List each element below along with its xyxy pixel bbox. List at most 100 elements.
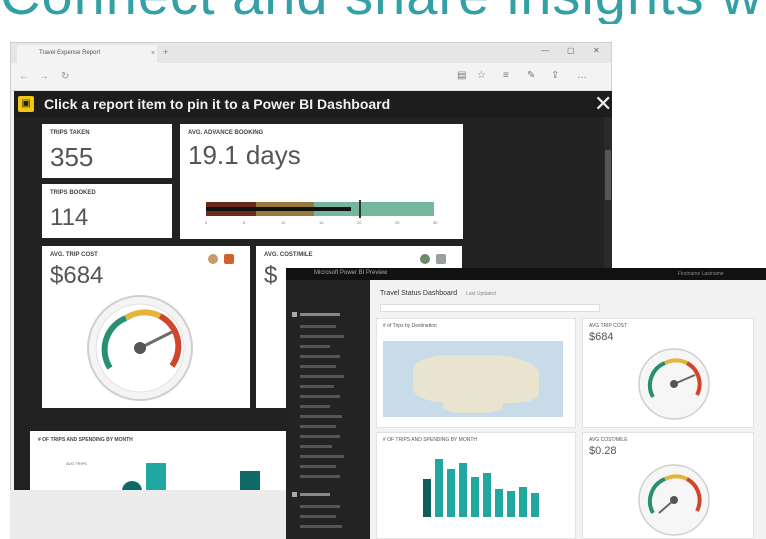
tab-close-icon[interactable]: × <box>151 50 155 57</box>
trips-booked-title: TRIPS BOOKED <box>50 190 96 196</box>
sidebar-item[interactable] <box>300 395 340 398</box>
dash-trip-cost-tile[interactable]: AVG TRIP COST $684 <box>582 318 754 428</box>
dashboard-titlebar: Microsoft Power BI Preview Firstname Las… <box>286 268 766 280</box>
focus-icon[interactable] <box>420 254 430 264</box>
dash-cost-mile-title: AVG COST/MILE <box>589 437 628 443</box>
sidebar-item[interactable] <box>300 525 342 528</box>
trip-cost-card[interactable]: AVG. TRIP COST $684 <box>42 246 250 408</box>
sidebar-item[interactable] <box>300 445 332 448</box>
address-bar[interactable] <box>131 70 451 84</box>
sidebar-item[interactable] <box>300 415 342 418</box>
forward-icon[interactable]: → <box>39 71 49 82</box>
sidebar-item[interactable] <box>300 475 340 478</box>
gauge-scale-label: 5 <box>243 220 246 225</box>
qna-input[interactable] <box>380 304 600 312</box>
banner-text: Click a report item to pin it to a Power… <box>44 96 391 112</box>
gauge-scale-label: 30 <box>433 220 438 225</box>
dash-cost-mile-tile[interactable]: AVG COST/MILE $0.28 <box>582 432 754 539</box>
more-icon[interactable]: … <box>577 70 587 81</box>
chart-bar <box>459 463 467 517</box>
cost-mile-title: AVG. COST/MILE <box>264 252 313 258</box>
sidebar-icon[interactable] <box>292 312 297 317</box>
chart-bar <box>447 469 455 517</box>
trips-taken-card[interactable]: TRIPS TAKEN 355 <box>42 124 172 178</box>
advance-booking-card[interactable]: AVG. ADVANCE BOOKING 19.1 days 0 5 10 15 20 2… <box>180 124 463 239</box>
sidebar-item[interactable] <box>300 493 330 496</box>
sidebar-item[interactable] <box>300 325 336 328</box>
trips-by-month-title: # OF TRIPS AND SPENDING BY MONTH <box>38 437 133 443</box>
chart-bar <box>435 459 443 517</box>
bar-chart-tile[interactable]: # OF TRIPS AND SPENDING BY MONTH <box>376 432 576 539</box>
share-icon[interactable]: ⇪ <box>551 70 559 81</box>
gauge-hub <box>134 342 146 354</box>
dashboard-user[interactable]: Firstname Lastname <box>678 271 724 277</box>
trips-by-month-legend: AVG TRIPS <box>66 461 87 466</box>
tab-title: Travel Expense Report <box>39 50 101 56</box>
close-window-icon[interactable]: ✕ <box>593 46 600 55</box>
banner-close-icon[interactable]: ✕ <box>594 91 612 117</box>
map-tile-title: # of Trips by Destination <box>383 323 437 329</box>
maximize-icon[interactable]: ▢ <box>567 46 575 55</box>
new-tab-icon[interactable]: + <box>163 47 168 57</box>
note-icon[interactable]: ✎ <box>527 70 535 81</box>
sidebar-item[interactable] <box>300 355 340 358</box>
dashboard-main: Travel Status Dashboard Last Updated # o… <box>370 280 766 539</box>
cost-mile-value: $ <box>264 262 278 289</box>
pin-icon: ▣ <box>18 96 34 112</box>
sidebar-item[interactable] <box>300 365 336 368</box>
browser-tab[interactable]: Travel Expense Report × <box>17 45 157 63</box>
chart-bar <box>471 477 479 517</box>
hub-icon[interactable]: ≡ <box>503 70 509 81</box>
scrollbar-thumb[interactable] <box>605 150 611 200</box>
map-tile[interactable]: # of Trips by Destination <box>376 318 576 428</box>
chart-bar <box>495 489 503 517</box>
trips-booked-value: 114 <box>50 204 89 231</box>
sidebar-item[interactable] <box>300 515 336 518</box>
advance-booking-title: AVG. ADVANCE BOOKING <box>188 130 264 136</box>
sidebar-item[interactable] <box>300 375 344 378</box>
sidebar-item[interactable] <box>300 505 340 508</box>
sidebar-item[interactable] <box>300 385 334 388</box>
dash-cost-mile-gauge <box>638 464 710 536</box>
gauge-target-marker <box>359 200 362 218</box>
screenshot-stage: Connect and share insights with Power BI… <box>0 0 766 539</box>
chart-bar <box>531 493 539 517</box>
pin-banner: ▣ Click a report item to pin it to a Pow… <box>14 91 612 117</box>
dash-trip-cost-gauge <box>638 348 710 420</box>
sidebar-item[interactable] <box>300 345 330 348</box>
reading-view-icon[interactable]: ▤ <box>457 70 466 81</box>
sidebar-item[interactable] <box>300 465 336 468</box>
sidebar-item[interactable] <box>300 405 330 408</box>
dashboard-title: Travel Status Dashboard <box>380 290 458 297</box>
gauge-scale-label: 20 <box>357 220 362 225</box>
sidebar-item[interactable] <box>300 425 336 428</box>
chart-bar <box>519 487 527 517</box>
dash-trip-cost-value: $684 <box>589 331 614 343</box>
dashboard-subtitle: Last Updated <box>466 291 496 297</box>
sidebar-item[interactable] <box>300 435 340 438</box>
sidebar-icon[interactable] <box>292 492 297 497</box>
gauge-scale-label: 0 <box>205 220 208 225</box>
sidebar-item[interactable] <box>300 455 344 458</box>
trips-taken-value: 355 <box>50 142 94 172</box>
favorite-icon[interactable]: ☆ <box>477 70 486 81</box>
chart-bar <box>507 491 515 517</box>
minimize-icon[interactable]: — <box>541 46 549 55</box>
sidebar-item[interactable] <box>300 313 340 316</box>
pin-visual-icon[interactable] <box>436 254 446 264</box>
back-icon[interactable]: ← <box>19 71 29 82</box>
dashboard-window: Microsoft Power BI Preview Firstname Las… <box>286 268 766 539</box>
advance-booking-value: 19.1 days <box>188 140 301 170</box>
gauge-level-bar <box>206 207 352 211</box>
us-map <box>383 341 563 417</box>
refresh-icon[interactable]: ↻ <box>61 71 69 82</box>
sidebar-item[interactable] <box>300 335 344 338</box>
dashboard-sidebar <box>286 280 370 539</box>
trip-cost-title: AVG. TRIP COST <box>50 252 98 258</box>
dash-trip-cost-title: AVG TRIP COST <box>589 323 628 329</box>
focus-icon[interactable] <box>208 254 218 264</box>
trips-booked-card[interactable]: TRIPS BOOKED 114 <box>42 184 172 238</box>
pin-visual-icon[interactable] <box>224 254 234 264</box>
dash-cost-mile-value: $0.28 <box>589 445 617 457</box>
map-land <box>413 355 539 403</box>
